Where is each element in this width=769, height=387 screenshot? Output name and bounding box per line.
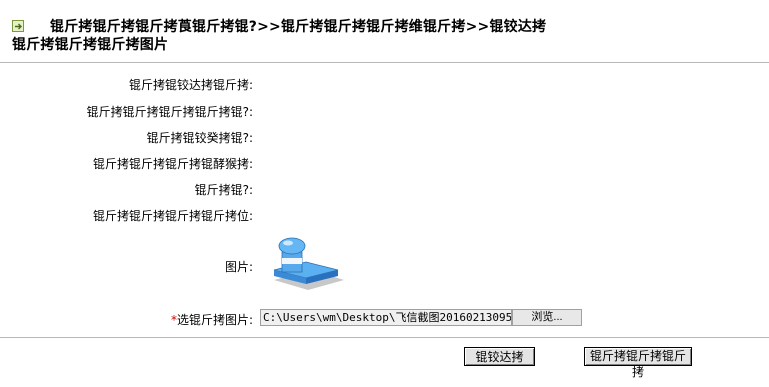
reset-button[interactable]: 锟斤拷锟斤拷锟斤拷 (584, 347, 692, 379)
footer-divider (0, 337, 769, 338)
field-label-1: 锟斤拷锟铰达拷锟斤拷: (128, 78, 253, 92)
upload-label: *选锟斤拷图片: (171, 311, 253, 328)
image-label: 图片: (224, 260, 253, 274)
field-label-4: 锟斤拷锟斤拷锟斤拷锟酵猴拷: (92, 157, 253, 171)
file-path-input[interactable]: C:\Users\wm\Desktop\飞信截图20160213095859 (260, 309, 512, 326)
submit-button[interactable]: 锟铰达拷 (464, 347, 535, 366)
field-label-2: 锟斤拷锟斤拷锟斤拷锟斤拷锟?: (86, 105, 253, 119)
field-label-5: 锟斤拷锟?: (194, 183, 253, 197)
page-title: 锟斤拷锟斤拷锟斤拷莨锟斤拷锟?>>锟斤拷锟斤拷锟斤拷维锟斤拷>>锟铰达拷锟斤拷锟… (12, 19, 547, 53)
usb-connector-icon (268, 234, 348, 292)
header-divider (0, 62, 769, 63)
field-label-6: 锟斤拷锟斤拷锟斤拷锟斤拷位: (92, 209, 253, 223)
page-header: 锟斤拷锟斤拷锟斤拷莨锟斤拷锟?>>锟斤拷锟斤拷锟斤拷维锟斤拷>>锟铰达拷锟斤拷锟… (12, 18, 552, 54)
browse-button[interactable]: 浏览... (512, 309, 582, 326)
arrow-right-icon (12, 20, 24, 32)
field-label-3: 锟斤拷锟铰癸拷锟?: (146, 131, 253, 145)
upload-label-text: 选锟斤拷图片: (176, 313, 253, 327)
